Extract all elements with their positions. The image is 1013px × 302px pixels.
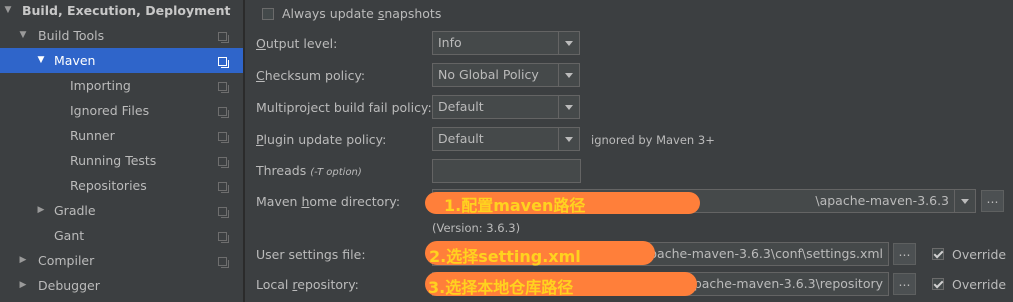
- local-repository-override-label: Override: [952, 277, 1007, 292]
- project-settings-icon: [218, 182, 229, 193]
- tree-item-label: Gradle: [54, 203, 96, 218]
- browse-local-repository-button[interactable]: ...: [893, 273, 916, 295]
- tree-item-gant[interactable]: Gant: [0, 223, 243, 248]
- settings-tree: ▼ Build, Execution, Deployment ▼ Build T…: [0, 0, 243, 302]
- user-settings-label: User settings file:: [256, 247, 366, 262]
- expand-arrow-icon[interactable]: ▼: [36, 48, 46, 73]
- tree-item-label: Debugger: [38, 278, 100, 293]
- collapse-arrow-icon[interactable]: ▶: [18, 248, 28, 273]
- user-settings-override-checkbox[interactable]: [932, 248, 944, 260]
- tree-item-runner[interactable]: Runner: [0, 123, 243, 148]
- tree-item-importing[interactable]: Importing: [0, 73, 243, 98]
- collapse-arrow-icon[interactable]: ▶: [36, 198, 46, 223]
- output-level-value: Info: [438, 35, 462, 50]
- chevron-down-icon[interactable]: [558, 128, 579, 150]
- tree-item-debugger[interactable]: ▶ Debugger: [0, 273, 243, 298]
- chevron-down-icon[interactable]: [558, 32, 579, 54]
- multiproject-fail-policy-select[interactable]: Default: [432, 95, 580, 119]
- maven-home-value: \apache-maven-3.6.3: [815, 193, 949, 208]
- checksum-policy-label: Checksum policy:: [256, 68, 366, 83]
- local-repository-override-checkbox[interactable]: [932, 278, 944, 290]
- expand-arrow-icon[interactable]: ▼: [3, 0, 13, 23]
- collapse-arrow-icon[interactable]: ▶: [18, 273, 28, 298]
- annotation-3: 3.选择本地仓库路径: [428, 278, 574, 297]
- project-settings-icon: [218, 107, 229, 118]
- tree-item-label: Maven: [54, 53, 96, 68]
- checksum-policy-select[interactable]: No Global Policy: [432, 63, 580, 87]
- checksum-policy-value: No Global Policy: [438, 67, 539, 82]
- user-settings-value: ..\apache-maven-3.6.3\conf\settings.xml: [629, 246, 883, 261]
- multiproject-fail-policy-value: Default: [438, 99, 484, 114]
- tree-item-compiler[interactable]: ▶ Compiler: [0, 248, 243, 273]
- tree-item-ignored-files[interactable]: Ignored Files: [0, 98, 243, 123]
- plugin-update-policy-value: Default: [438, 131, 484, 146]
- chevron-down-icon[interactable]: [558, 96, 579, 118]
- tree-item-running-tests[interactable]: Running Tests: [0, 148, 243, 173]
- project-settings-icon: [218, 207, 229, 218]
- tree-item-label: Repositories: [70, 178, 147, 193]
- local-repository-label: Local repository:: [256, 277, 359, 292]
- always-update-snapshots-checkbox[interactable]: [262, 8, 274, 20]
- project-settings-icon: [218, 157, 229, 168]
- expand-arrow-icon[interactable]: ▼: [18, 23, 28, 48]
- tree-item-label: Importing: [70, 78, 131, 93]
- tree-item-gradle[interactable]: ▶ Gradle: [0, 198, 243, 223]
- tree-item-repositories[interactable]: Repositories: [0, 173, 243, 198]
- tree-item-label: Gant: [54, 228, 85, 243]
- tree-item-build-tools[interactable]: ▼ Build Tools: [0, 23, 243, 48]
- threads-input[interactable]: [432, 159, 581, 183]
- multiproject-fail-policy-label: Multiproject build fail policy:: [256, 100, 432, 115]
- browse-maven-home-button[interactable]: ...: [981, 190, 1004, 212]
- plugin-update-policy-select[interactable]: Default: [432, 127, 580, 151]
- tree-item-label: Runner: [70, 128, 115, 143]
- project-settings-icon: [218, 257, 229, 268]
- browse-user-settings-button[interactable]: ...: [893, 243, 916, 265]
- tree-item-maven[interactable]: ▼ Maven: [0, 48, 243, 73]
- chevron-down-icon[interactable]: [558, 64, 579, 86]
- chevron-down-icon[interactable]: [954, 190, 975, 212]
- tree-item-label: Build, Execution, Deployment: [22, 3, 231, 18]
- project-settings-icon: [218, 232, 229, 243]
- maven-home-label: Maven home directory:: [256, 194, 401, 209]
- plugin-update-note: ignored by Maven 3+: [591, 133, 715, 147]
- user-settings-override-label: Override: [952, 247, 1007, 262]
- tree-item-label: Compiler: [38, 253, 95, 268]
- tree-item-build-execution-deployment[interactable]: ▼ Build, Execution, Deployment: [0, 0, 243, 23]
- annotation-2: 2.选择setting.xml: [429, 247, 581, 266]
- maven-settings-panel: Always update snapshots Output level: In…: [245, 0, 1013, 302]
- tree-item-label: Ignored Files: [70, 103, 150, 118]
- tree-item-label: Build Tools: [38, 28, 105, 43]
- local-repository-value: \apache-maven-3.6.3\repository: [681, 276, 883, 291]
- always-update-snapshots-label: Always update snapshots: [282, 6, 442, 21]
- maven-version-text: (Version: 3.6.3): [432, 221, 521, 235]
- project-settings-icon: [218, 132, 229, 143]
- plugin-update-policy-label: Plugin update policy:: [256, 132, 387, 147]
- output-level-select[interactable]: Info: [432, 31, 580, 55]
- tree-item-label: Running Tests: [70, 153, 157, 168]
- project-settings-icon: [218, 82, 229, 93]
- annotation-1: 1.配置maven路径: [444, 196, 586, 215]
- output-level-label: Output level:: [256, 36, 338, 51]
- threads-label: Threads (-T option): [256, 163, 362, 178]
- project-settings-icon: [218, 57, 229, 68]
- project-settings-icon: [218, 32, 229, 43]
